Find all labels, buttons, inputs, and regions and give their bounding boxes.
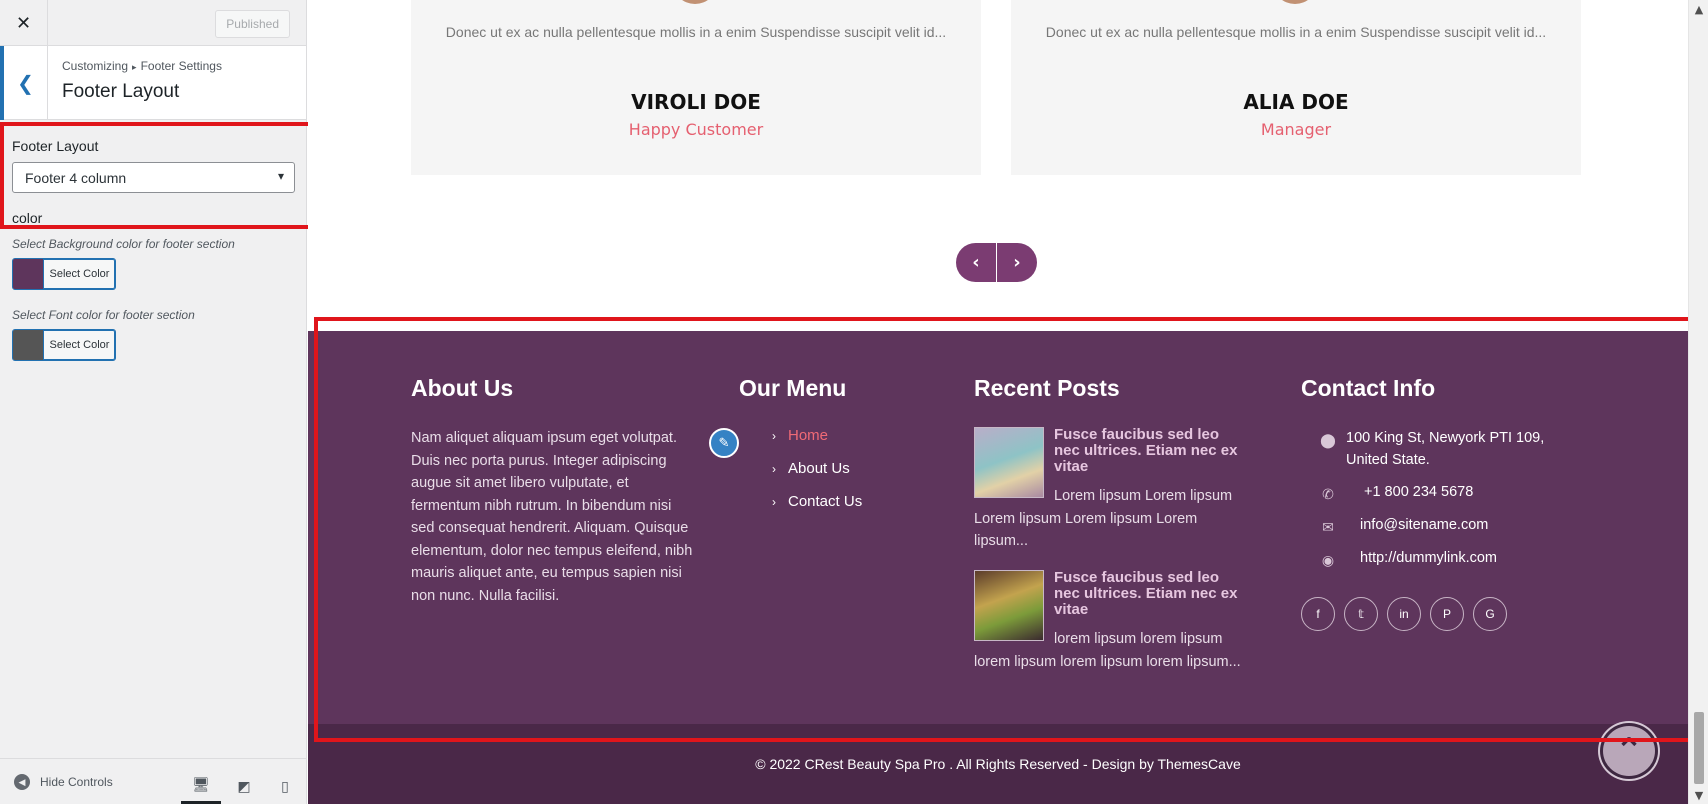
testimonial-text: Donec ut ex ac nulla pellentesque mollis… <box>445 24 947 40</box>
bg-color-button-label: Select Color <box>49 268 110 280</box>
section-header: ❮ Customizing ▸ Footer Settings Footer Lay… <box>0 46 306 120</box>
collapse-icon: ◀ <box>14 774 30 790</box>
hide-controls-label: Hide Controls <box>40 775 113 789</box>
bg-color-swatch <box>13 259 44 289</box>
scroll-up-icon[interactable]: ▲ <box>1689 0 1708 18</box>
preview-tablet-button[interactable]: ◩ <box>224 769 264 804</box>
bg-color-picker-button[interactable]: Select Color <box>12 258 116 290</box>
testimonial-card: Donec ut ex ac nulla pellentesque mollis… <box>1011 0 1581 175</box>
testimonial-role: Happy Customer <box>628 120 764 139</box>
font-color-swatch <box>13 330 44 360</box>
close-icon: ✕ <box>15 12 32 34</box>
customizer-footer: ◀ Hide Controls 🖥 ◩ ▯ <box>0 758 306 804</box>
font-color-button-label: Select Color <box>49 339 110 351</box>
testimonial-avatar <box>1273 0 1317 4</box>
preview-mobile-button[interactable]: ▯ <box>265 769 305 804</box>
copyright-text: © 2022 CRest Beauty Spa Pro . All Rights… <box>755 756 1241 772</box>
scroll-down-icon[interactable]: ▼ <box>1689 786 1708 804</box>
customizer-sidebar: ✕ Published ❮ Customizing ▸ Footer Setting… <box>0 0 307 804</box>
breadcrumb-parent: Footer Settings <box>140 59 222 73</box>
tablet-icon: ◩ <box>237 779 251 795</box>
testimonial-name: ALIA DOE <box>1243 90 1349 114</box>
testimonial-role: Manager <box>1260 120 1332 139</box>
slider-prev-button[interactable]: ‹ <box>956 243 996 282</box>
chevron-left-icon: ❮ <box>17 71 34 95</box>
chevron-left-icon: ‹ <box>972 252 980 273</box>
highlight-box-layout-control <box>0 122 319 229</box>
mobile-icon: ▯ <box>281 779 289 795</box>
breadcrumb-root: Customizing <box>62 59 129 73</box>
preview-desktop-button[interactable]: 🖥 <box>181 769 221 804</box>
section-title: Footer Layout <box>62 81 180 102</box>
desktop-icon: 🖥 <box>192 777 210 793</box>
scrollbar-thumb[interactable] <box>1694 712 1704 784</box>
back-button[interactable]: ❮ <box>0 46 48 120</box>
breadcrumb-separator-icon: ▸ <box>132 62 137 72</box>
close-customizer-button[interactable]: ✕ <box>0 0 48 46</box>
font-color-description: Select Font color for footer section <box>12 308 195 322</box>
testimonial-avatar <box>673 0 717 4</box>
slider-next-button[interactable]: › <box>997 243 1037 282</box>
customizer-header: ✕ Published <box>0 0 306 46</box>
highlight-box-footer <box>314 317 1695 742</box>
chevron-right-icon: › <box>1013 252 1021 273</box>
font-color-picker-button[interactable]: Select Color <box>12 329 116 361</box>
breadcrumb: Customizing ▸ Footer Settings <box>62 59 222 73</box>
testimonial-text: Donec ut ex ac nulla pellentesque mollis… <box>1045 24 1547 40</box>
preview-scrollbar[interactable]: ▲ ▼ <box>1688 0 1708 804</box>
hide-controls-button[interactable]: ◀ Hide Controls <box>14 774 113 790</box>
published-button[interactable]: Published <box>215 10 290 38</box>
testimonial-name: VIROLI DOE <box>631 90 761 114</box>
bg-color-description: Select Background color for footer secti… <box>12 237 235 251</box>
testimonial-card: Donec ut ex ac nulla pellentesque mollis… <box>411 0 981 175</box>
